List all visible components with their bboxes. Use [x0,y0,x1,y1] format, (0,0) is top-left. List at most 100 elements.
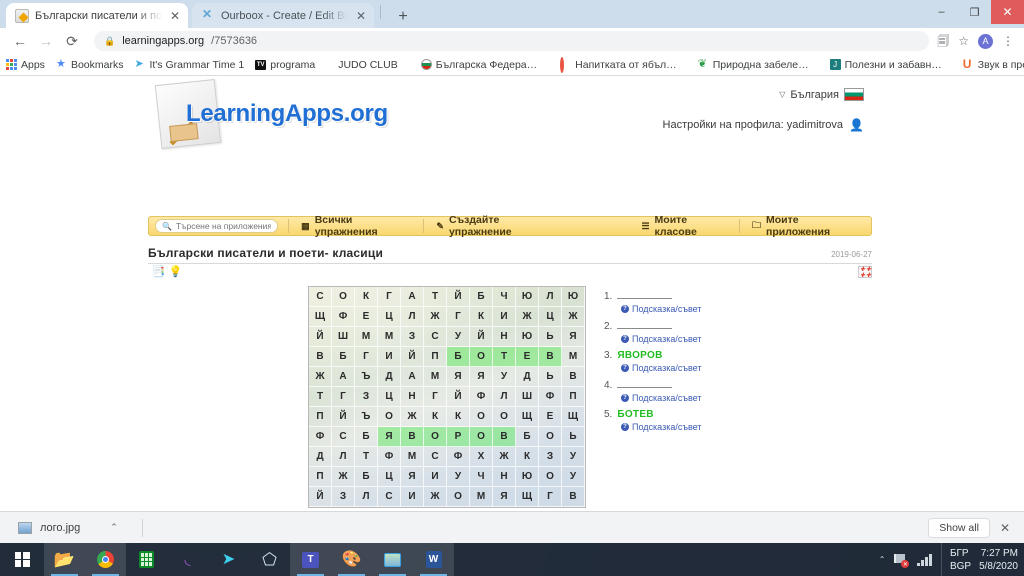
grid-cell[interactable]: Ц [539,307,562,327]
new-tab-button[interactable]: + [393,9,413,25]
grid-cell[interactable]: Б [355,427,378,447]
grid-cell[interactable]: У [447,327,470,347]
grid-cell[interactable]: Ь [539,327,562,347]
grid-cell[interactable]: Ц [378,307,401,327]
fullscreen-icon[interactable]: ✚ ✚ ✚ ✚ [858,266,872,279]
tray-expand-icon[interactable]: ⌃ [879,555,886,564]
grid-cell[interactable]: Ж [493,447,516,467]
tray-clock-block[interactable]: БГР BGP 7:27 PM 5/8/2020 [940,543,1018,576]
grid-cell[interactable]: М [378,327,401,347]
grid-cell[interactable]: К [516,447,539,467]
bookmark-apps[interactable]: Apps [6,59,45,71]
hint-link[interactable]: ? Подсказка/съвет [621,304,804,314]
grid-cell[interactable]: Ж [401,407,424,427]
grid-cell[interactable]: О [470,427,493,447]
grid-cell[interactable]: Й [309,487,332,507]
grid-cell[interactable]: С [424,327,447,347]
grid-cell[interactable]: В [493,427,516,447]
grid-cell[interactable]: Ф [309,427,332,447]
grid-cell[interactable]: Л [401,307,424,327]
grid-cell[interactable]: Л [332,447,355,467]
language-indicator[interactable]: БГР BGP [950,547,971,573]
grid-cell[interactable]: К [424,407,447,427]
grid-cell[interactable]: К [447,407,470,427]
grid-cell[interactable]: О [493,407,516,427]
nav-my-classes[interactable]: ☰ Моите класове [629,214,739,238]
grid-cell[interactable]: Й [447,387,470,407]
grid-cell[interactable]: Ц [378,467,401,487]
grid-cell[interactable]: Д [309,447,332,467]
tab-learningapps[interactable]: Български писатели и поети- кл ✕ [6,3,188,28]
grid-cell[interactable]: Я [470,367,493,387]
nav-create-exercise[interactable]: ✎ Създайте упражнение [424,214,569,238]
profile-avatar[interactable]: A [978,33,993,49]
grid-cell[interactable]: Г [355,347,378,367]
grid-cell[interactable]: М [401,447,424,467]
grid-cell[interactable]: Н [493,327,516,347]
grid-cell[interactable]: В [401,427,424,447]
grid-cell[interactable]: Я [447,367,470,387]
grid-cell[interactable]: Г [424,387,447,407]
grid-cell[interactable]: Т [355,447,378,467]
back-button[interactable]: ← [8,30,32,52]
taskbar-vscode[interactable]: ◟ [167,543,208,576]
grid-cell[interactable]: Я [378,427,401,447]
grid-cell[interactable]: Ю [516,287,539,307]
grid-cell[interactable]: П [424,347,447,367]
word-search-grid[interactable]: СОКГАТЙБЧЮЛЮЩФЕЦЛЖГКИЖЦЖЙШММЗСУЙНЮЬЯВБГИ… [308,286,586,508]
site-logo[interactable]: LearningApps.org [186,100,388,128]
grid-cell[interactable]: Я [493,487,516,507]
grid-cell[interactable]: К [470,307,493,327]
grid-cell[interactable]: Д [516,367,539,387]
grid-cell[interactable]: Х [470,447,493,467]
grid-cell[interactable]: Ж [424,307,447,327]
bookmark-programa[interactable]: TV programa [255,59,315,71]
grid-cell[interactable]: Г [539,487,562,507]
grid-cell[interactable]: Й [470,327,493,347]
grid-cell[interactable]: Ж [332,467,355,487]
grid-cell[interactable]: Й [332,407,355,427]
bookmark-polezni[interactable]: J Полезни и забавн… [829,59,942,71]
grid-cell[interactable]: Ь [562,427,585,447]
grid-cell[interactable]: Л [355,487,378,507]
maximize-button[interactable]: ❐ [958,0,991,24]
grid-cell[interactable]: З [539,447,562,467]
taskbar-3d-viewer[interactable]: ⬠ [249,543,290,576]
bookmark-grammar-time[interactable]: ➤ It's Grammar Time 1 [134,59,244,71]
grid-cell[interactable]: Т [309,387,332,407]
grid-cell[interactable]: Е [355,307,378,327]
grid-cell[interactable]: И [493,307,516,327]
hint-link[interactable]: ? Подсказка/съвет [621,393,804,403]
hint-link[interactable]: ? Подсказка/съвет [621,363,804,373]
grid-cell[interactable]: К [355,287,378,307]
grid-cell[interactable]: Ф [470,387,493,407]
grid-cell[interactable]: У [562,447,585,467]
grid-cell[interactable]: Т [424,287,447,307]
grid-cell[interactable]: Ф [447,447,470,467]
taskbar-teams[interactable]: T [290,543,331,576]
grid-cell[interactable]: О [470,347,493,367]
grid-cell[interactable]: Ш [516,387,539,407]
close-icon[interactable]: ✕ [1000,521,1014,535]
bookmark-bookmarks[interactable]: ★ Bookmarks [56,59,124,71]
grid-cell[interactable]: Ю [562,287,585,307]
grid-cell[interactable]: Щ [516,407,539,427]
bookmark-star-icon[interactable]: ☆ [958,35,969,47]
reload-button[interactable]: ⟳ [60,30,84,52]
clock[interactable]: 7:27 PM 5/8/2020 [979,547,1018,573]
grid-cell[interactable]: Я [562,327,585,347]
grid-cell[interactable]: Д [378,367,401,387]
taskbar-telegram[interactable]: ➤ [208,543,249,576]
tab-ourboox[interactable]: Ourboox - Create / Edit Book ✕ [192,3,374,28]
grid-cell[interactable]: М [562,347,585,367]
grid-cell[interactable]: П [562,387,585,407]
grid-cell[interactable]: О [447,487,470,507]
network-error-icon[interactable]: ✕ [894,553,910,568]
grid-cell[interactable]: И [378,347,401,367]
show-all-button[interactable]: Show all [928,517,990,538]
taskbar-paint[interactable]: 🎨 [331,543,372,576]
grid-cell[interactable]: Б [355,467,378,487]
grid-cell[interactable]: П [309,467,332,487]
grid-cell[interactable]: З [332,487,355,507]
grid-cell[interactable]: Й [447,287,470,307]
